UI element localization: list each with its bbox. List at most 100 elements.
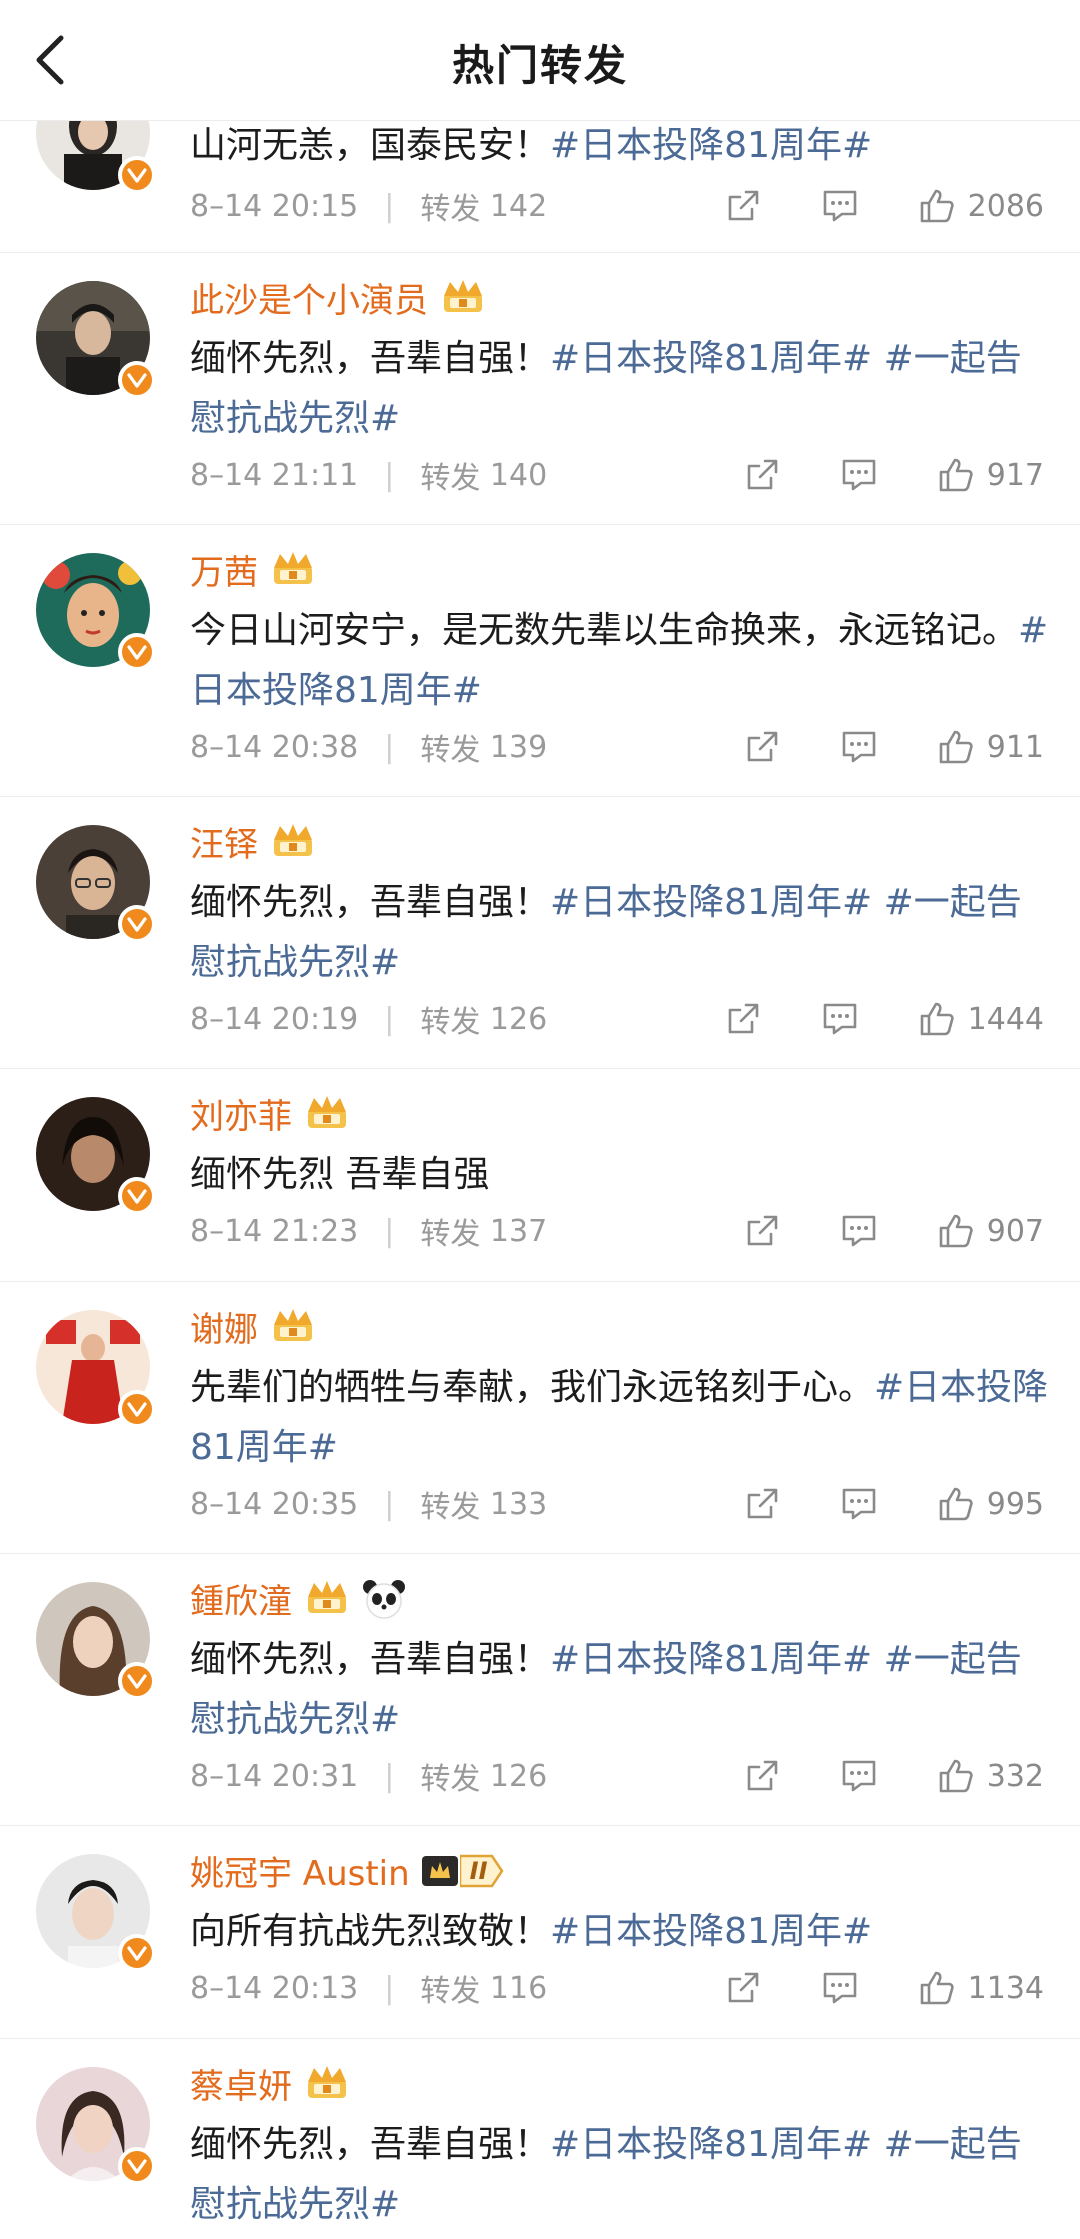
verified-badge-icon [118,156,156,194]
repost-label: 转发 [420,1974,481,2009]
author-name[interactable]: 蔡卓妍 [190,2059,292,2108]
author-row: 谢娜 [190,1302,318,1351]
list-item[interactable]: 鍾欣潼 缅怀先烈，吾辈自强！#日本投降81周年# #一起告慰抗战先烈# 8–14… [0,1554,1080,1826]
crown-icon [308,2065,346,2098]
comment-button[interactable] [839,1485,879,1523]
post-body: 缅怀先烈，吾辈自强！ [190,1639,551,1680]
comment-button[interactable] [839,1212,879,1250]
avatar[interactable] [36,2067,156,2185]
panda-icon [363,1579,405,1619]
comment-button[interactable] [820,1969,860,2007]
post-body: 缅怀先烈 吾辈自强 [190,1154,490,1195]
repost-label: 转发 [420,461,481,496]
post-text: 缅怀先烈，吾辈自强！#日本投降81周年# #一起告慰抗战先烈# [190,329,1050,449]
comment-button[interactable] [839,728,879,766]
divider: | [384,1758,395,1794]
like-button[interactable]: 907 [937,1212,1044,1250]
like-button[interactable]: 1134 [918,1969,1044,2007]
list-item[interactable]: 谢娜 先辈们的牺牲与奉献，我们永远铭刻于心。#日本投降81周年# 8–14 20… [0,1282,1080,1554]
list-item[interactable]: 此沙是个小演员 缅怀先烈，吾辈自强！#日本投降81周年# #一起告慰抗战先烈# … [0,253,1080,525]
avatar[interactable] [36,1854,156,1972]
author-row: 万茜 [190,545,318,594]
list-item[interactable]: 姚冠宇 Austin II 向所有抗战先烈致敬！#日本投降81周年# 8–14 … [0,1826,1080,2039]
repost-count: 140 [489,457,548,493]
like-button[interactable]: 917 [937,456,1044,494]
author-name[interactable]: 刘亦菲 [190,1089,292,1138]
top-bar: 热门转发 [0,0,1080,121]
comment-icon [823,1003,856,1035]
share-button[interactable] [743,456,781,494]
comment-button[interactable] [839,456,879,494]
post-time: 8–14 20:31 [190,1758,359,1794]
author-name[interactable]: 鍾欣潼 [190,1574,292,1623]
avatar[interactable] [36,1097,156,1215]
page-title: 热门转发 [451,41,628,90]
list-item[interactable]: 刘亦菲 缅怀先烈 吾辈自强 8–14 21:23 | 转发 137 907 [0,1069,1080,1282]
verified-badge-icon [118,1662,156,1700]
divider: | [384,457,395,493]
comment-icon [842,1488,876,1520]
like-count: 1444 [967,1001,1044,1037]
repost-label: 转发 [420,1005,481,1040]
crown-icon [274,551,312,584]
author-row: 蔡卓妍 [190,2059,352,2108]
share-button[interactable] [724,1969,762,2007]
avatar[interactable] [36,1310,156,1428]
like-button[interactable]: 332 [937,1757,1044,1795]
comment-icon [842,459,876,491]
repost-label: 转发 [420,1490,481,1525]
list-item[interactable]: 万茜 今日山河安宁，是无数先辈以生命换来，永远铭记。#日本投降81周年# 8–1… [0,525,1080,797]
crown-icon [308,1580,346,1613]
avatar[interactable] [36,281,156,399]
post-meta: 8–14 20:13 | 转发 116 1134 [190,1966,1044,2010]
avatar[interactable] [36,553,156,671]
share-button[interactable] [743,728,781,766]
share-icon [728,1972,758,2003]
avatar[interactable] [36,825,156,943]
like-button[interactable]: 1444 [918,1000,1044,1038]
hashtag[interactable]: #日本投降81周年# [550,1911,872,1952]
like-button[interactable]: 2086 [918,187,1044,225]
share-icon [747,459,778,490]
like-count: 332 [986,1758,1044,1794]
verified-badge-icon [118,1177,156,1215]
repost-list: 山河无恙，国泰民安！#日本投降81周年# 8–14 20:15 | 转发 142… [0,76,1080,2239]
share-button[interactable] [724,1000,762,1038]
comment-button[interactable] [820,1000,860,1038]
share-button[interactable] [743,1485,781,1523]
repost-label: 转发 [420,733,481,768]
author-name[interactable]: 此沙是个小演员 [190,273,428,322]
like-button[interactable]: 911 [937,728,1044,766]
author-name[interactable]: 姚冠宇 Austin [190,1846,410,1895]
like-button[interactable]: 995 [937,1485,1044,1523]
comment-icon [823,190,856,222]
share-button[interactable] [743,1212,781,1250]
comment-button[interactable] [839,1757,879,1795]
avatar[interactable] [36,1582,156,1700]
list-item[interactable]: 汪铎 缅怀先烈，吾辈自强！#日本投降81周年# #一起告慰抗战先烈# 8–14 … [0,797,1080,1069]
list-item[interactable]: 山河无恙，国泰民安！#日本投降81周年# 8–14 20:15 | 转发 142… [0,76,1080,253]
author-row: 此沙是个小演员 [190,273,488,322]
repost-label: 转发 [420,1762,481,1797]
hashtag[interactable]: #日本投降81周年# [550,125,872,166]
post-body: 山河无恙，国泰民安！ [190,125,551,166]
share-button[interactable] [724,187,762,225]
comment-button[interactable] [820,187,860,225]
author-row: 汪铎 [190,817,318,866]
repost-count: 126 [489,1001,548,1037]
like-count: 917 [986,457,1044,493]
divider: | [384,1001,395,1037]
post-time: 8–14 20:38 [190,729,359,765]
verified-badge-icon [118,1934,156,1972]
author-name[interactable]: 万茜 [190,545,258,594]
repost-count: 133 [489,1486,548,1522]
author-name[interactable]: 汪铎 [190,817,258,866]
share-button[interactable] [743,1757,781,1795]
author-name[interactable]: 谢娜 [190,1302,258,1351]
post-text: 缅怀先烈，吾辈自强！#日本投降81周年# #一起告慰抗战先烈# [190,873,1050,993]
list-item[interactable]: 蔡卓妍 缅怀先烈，吾辈自强！#日本投降81周年# #一起告慰抗战先烈# [0,2039,1080,2239]
repost-count: 126 [489,1758,548,1794]
like-count: 907 [986,1213,1044,1249]
divider: | [384,1486,395,1522]
thumbs-up-icon [920,1971,954,2005]
